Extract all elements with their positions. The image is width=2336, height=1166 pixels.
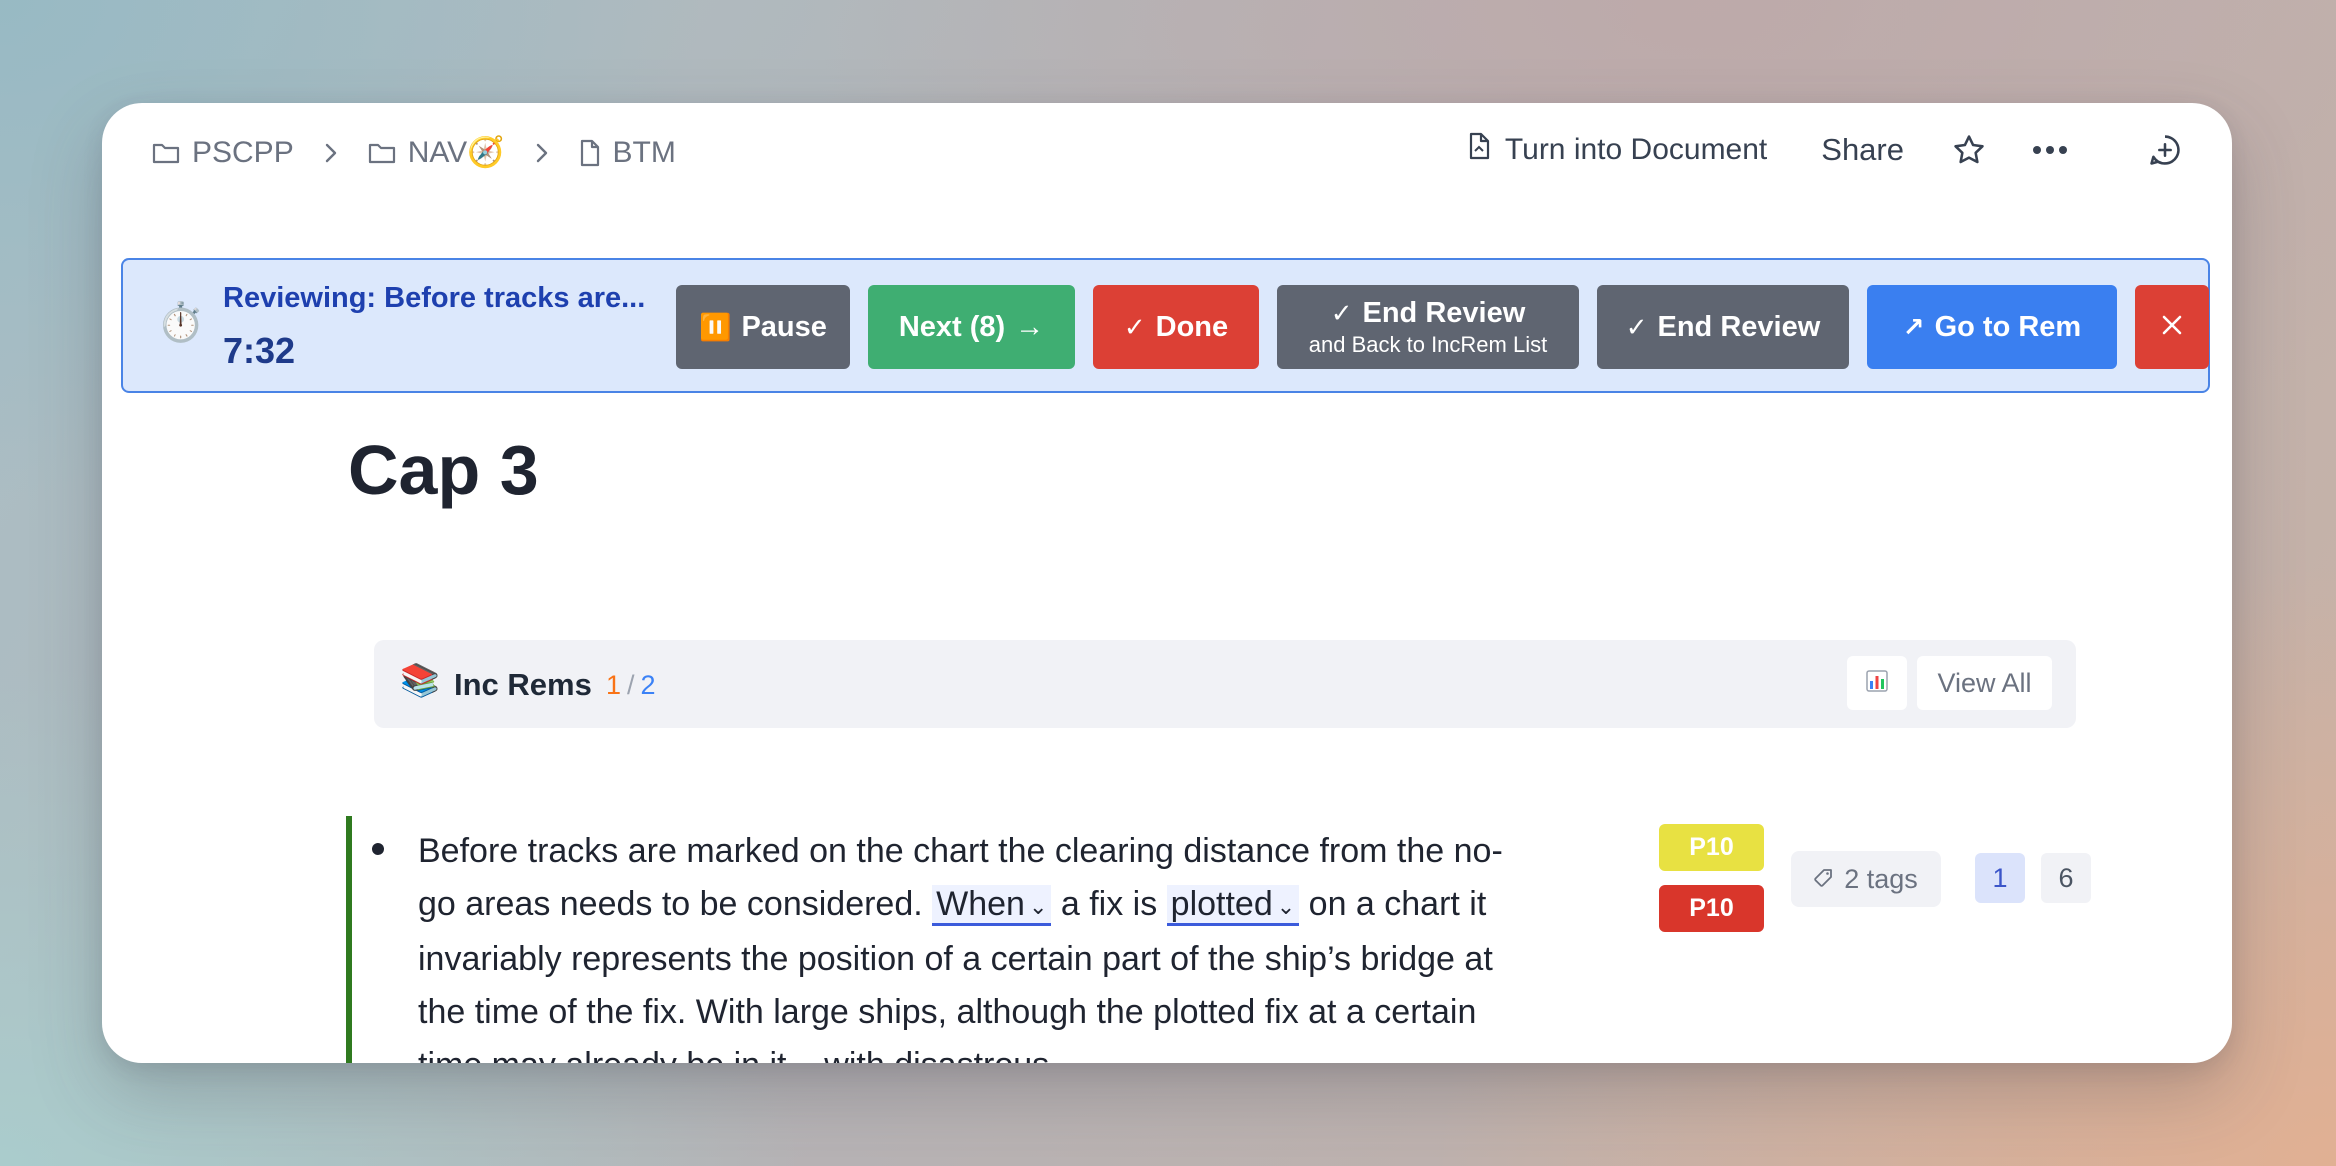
inc-rems-label: Inc Rems	[454, 667, 592, 702]
inc-rems-current: 1	[606, 670, 622, 700]
folder-icon	[368, 141, 396, 165]
close-review-button[interactable]	[2135, 285, 2209, 369]
rem-text-middle: a fix is	[1060, 885, 1158, 923]
arrow-right-icon: →	[1015, 310, 1045, 343]
chevron-right-icon	[535, 142, 549, 164]
top-actions: Turn into Document Share	[1467, 131, 2182, 169]
priority-badge[interactable]: P10	[1659, 885, 1764, 932]
checkmark-icon: ✓	[1625, 311, 1648, 342]
star-icon[interactable]	[1952, 133, 1986, 167]
end-review-button[interactable]: ✓ End Review	[1597, 285, 1849, 369]
count-badge[interactable]: 6	[2041, 853, 2091, 903]
end-review-back-label: End Review	[1362, 296, 1526, 329]
go-to-rem-button[interactable]: ↗ Go to Rem	[1867, 285, 2117, 369]
app-window: PSCPP NAV🧭 BTM Turn into Document Share …	[102, 103, 2232, 1063]
done-button[interactable]: ✓ Done	[1093, 285, 1259, 369]
add-comment-icon[interactable]	[2148, 133, 2182, 167]
breadcrumb-item-nav[interactable]: NAV🧭	[368, 135, 505, 170]
page-title: Cap 3	[348, 431, 539, 509]
inc-rems-total: 2	[640, 670, 656, 700]
cloze-label: plotted	[1170, 885, 1273, 923]
tags-label: 2 tags	[1844, 863, 1918, 894]
chevron-down-icon: ⌄	[1028, 893, 1048, 919]
rem-left-border	[346, 816, 352, 1063]
breadcrumb-label: PSCPP	[192, 135, 294, 169]
breadcrumb-item-pscpp[interactable]: PSCPP	[152, 136, 294, 170]
next-button[interactable]: Next (8) →	[868, 285, 1075, 369]
chart-button[interactable]	[1847, 656, 1907, 710]
tags-button[interactable]: 2 tags	[1791, 851, 1941, 907]
checkmark-icon: ✓	[1330, 297, 1353, 328]
review-bar: ⏱️ Reviewing: Before tracks are... 7:32 …	[121, 258, 2210, 393]
done-label: Done	[1155, 310, 1229, 343]
breadcrumb: PSCPP NAV🧭 BTM	[152, 135, 676, 170]
chevron-down-icon: ⌄	[1276, 893, 1296, 919]
pause-label: Pause	[741, 310, 827, 343]
review-timer: 7:32	[223, 330, 296, 371]
breadcrumb-label: NAV🧭	[407, 136, 505, 169]
end-review-back-sublabel: and Back to IncRem List	[1308, 331, 1548, 357]
tag-icon	[1814, 864, 1834, 895]
count-badge[interactable]: 1	[1975, 853, 2025, 903]
document-icon	[579, 139, 601, 167]
chevron-right-icon	[324, 142, 338, 164]
end-review-back-button[interactable]: ✓ End Review and Back to IncRem List	[1277, 285, 1579, 369]
pause-button[interactable]: ⏸️ Pause	[676, 285, 850, 369]
end-review-label: End Review	[1657, 310, 1821, 343]
rem-text[interactable]: Before tracks are marked on the chart th…	[418, 825, 1538, 1063]
checkmark-icon: ✓	[1123, 311, 1146, 342]
turn-into-document-button[interactable]: Turn into Document	[1467, 131, 1767, 169]
cloze-plotted[interactable]: plotted ⌄	[1166, 885, 1300, 926]
inc-rems-counter: 1/2	[606, 670, 656, 701]
priority-badge[interactable]: P10	[1659, 824, 1764, 871]
cloze-label: When	[936, 885, 1025, 923]
more-options-icon[interactable]	[2032, 145, 2068, 155]
inc-rems-panel: 📚 Inc Rems 1/2 View All	[374, 640, 2076, 728]
arrow-up-right-icon: ↗	[1902, 311, 1925, 342]
stopwatch-icon: ⏱️	[157, 302, 205, 344]
folder-icon	[152, 141, 180, 165]
books-icon: 📚	[400, 662, 440, 698]
top-bar: PSCPP NAV🧭 BTM Turn into Document Share	[102, 103, 2232, 203]
review-title: Reviewing: Before tracks are...	[223, 282, 646, 314]
breadcrumb-item-btm[interactable]: BTM	[579, 136, 676, 170]
close-icon	[2161, 311, 2183, 344]
document-convert-icon	[1467, 131, 1493, 169]
pause-icon: ⏸️	[699, 311, 732, 342]
cloze-when[interactable]: When ⌄	[932, 885, 1052, 926]
inc-rems-separator: /	[627, 670, 635, 700]
next-label: Next (8)	[898, 310, 1006, 343]
share-button[interactable]: Share	[1821, 132, 1904, 168]
view-all-button[interactable]: View All	[1917, 656, 2052, 710]
go-to-rem-label: Go to Rem	[1934, 310, 2082, 343]
bullet-point[interactable]	[372, 843, 384, 855]
bar-chart-icon	[1865, 669, 1889, 698]
turn-into-document-label: Turn into Document	[1504, 133, 1768, 166]
breadcrumb-label: BTM	[612, 135, 676, 169]
